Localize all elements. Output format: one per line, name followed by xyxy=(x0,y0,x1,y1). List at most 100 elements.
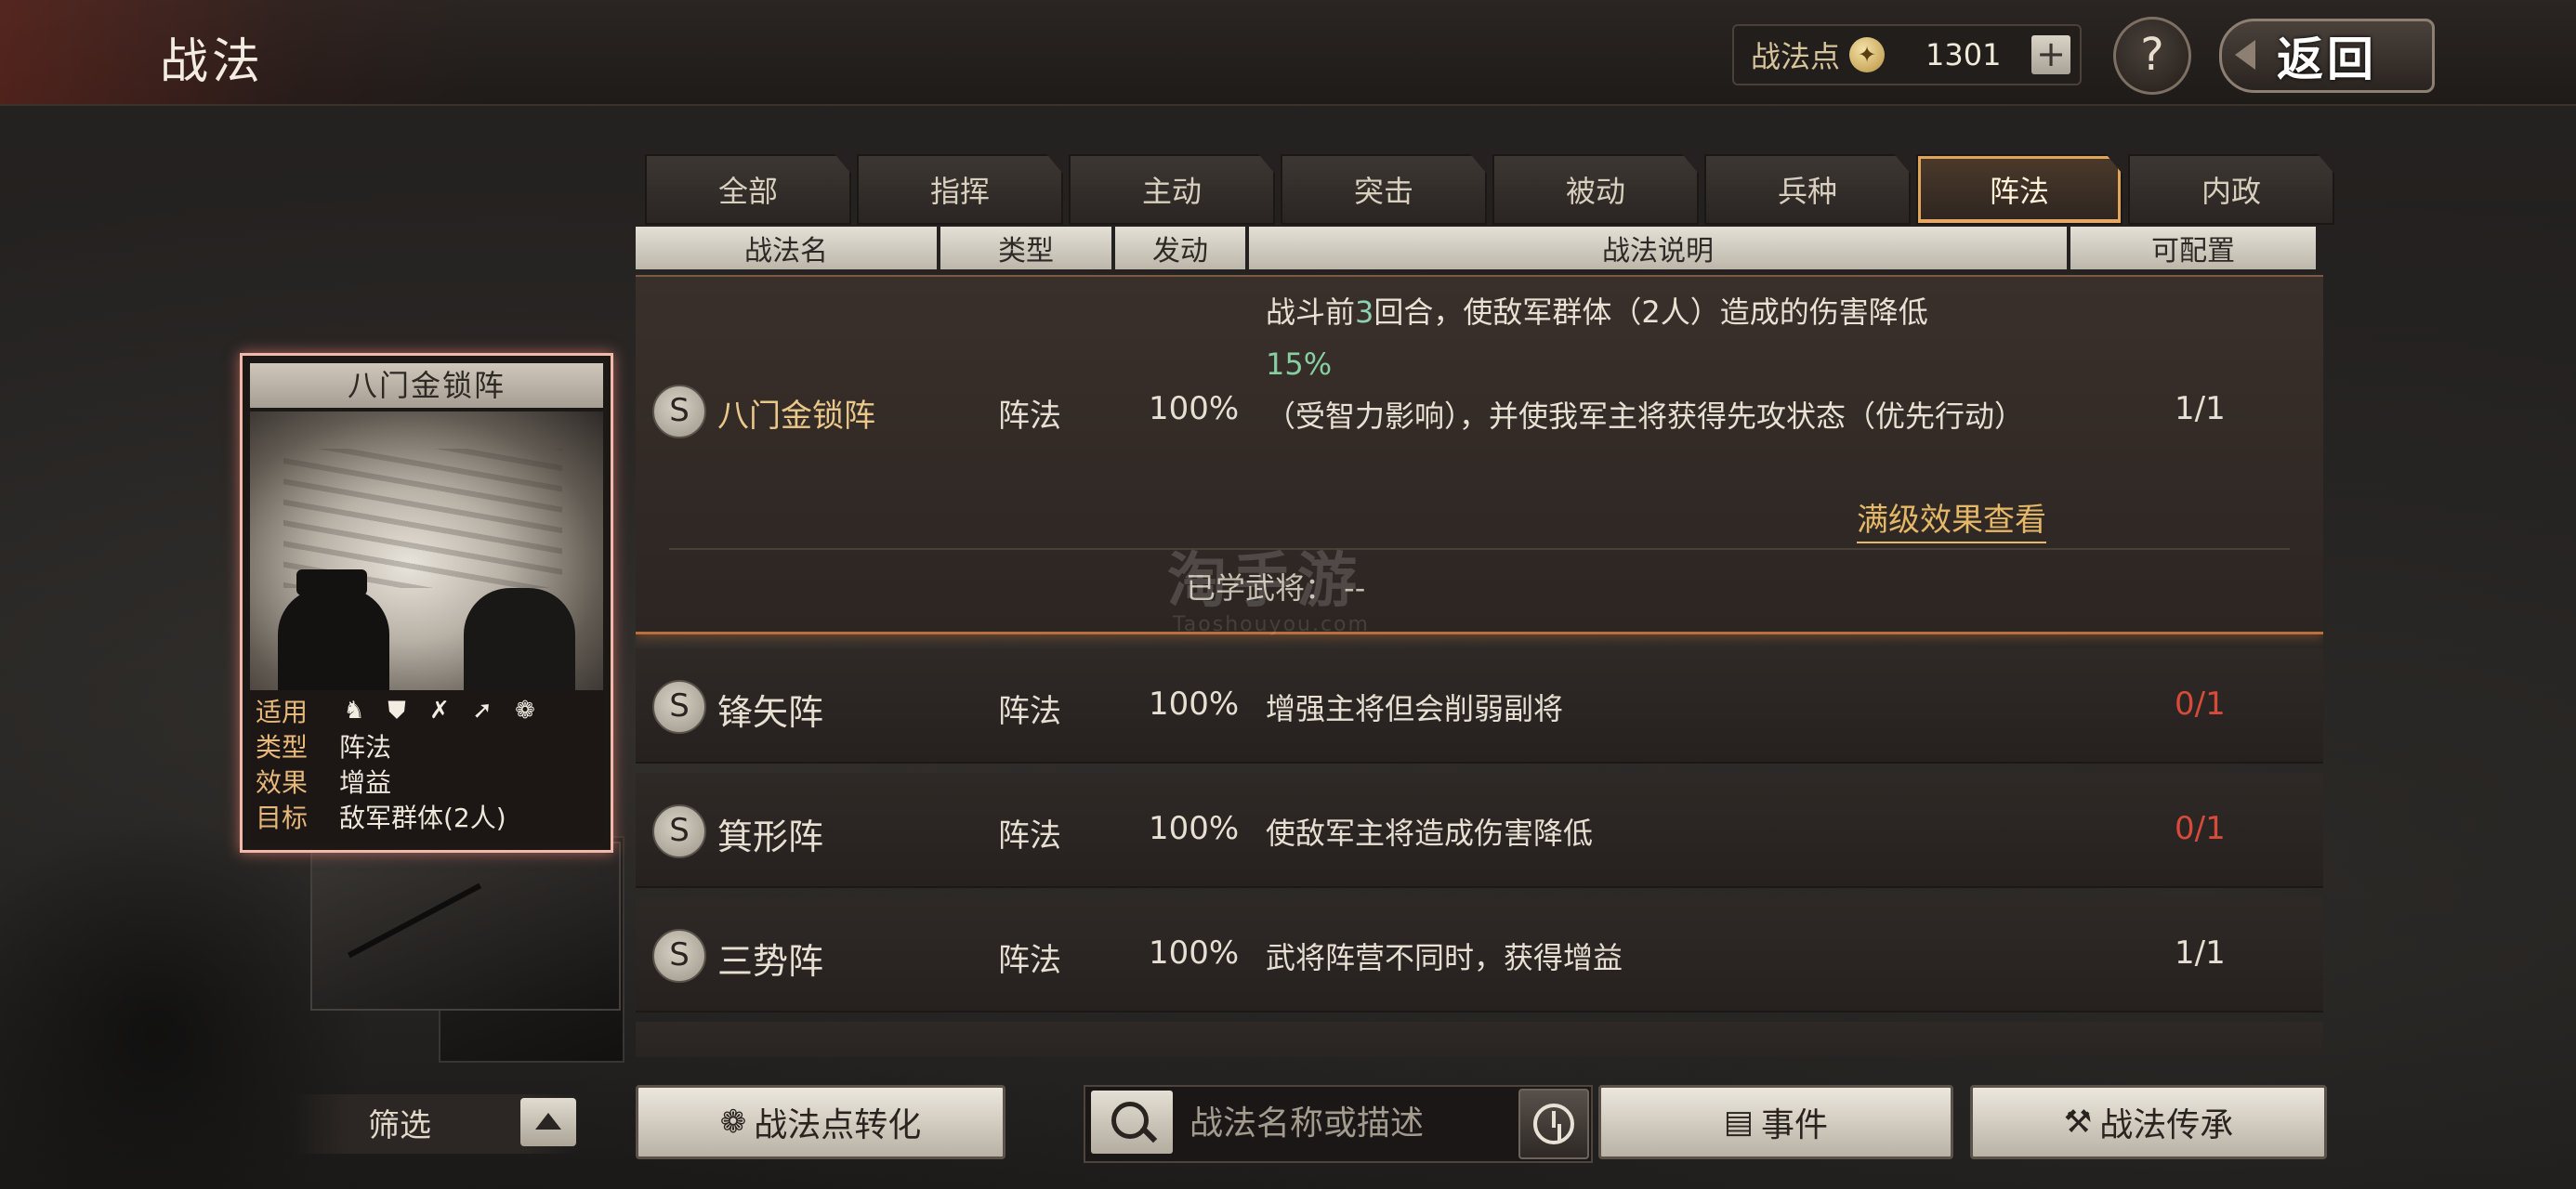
card-art-figure xyxy=(278,588,389,690)
column-header-config[interactable]: 可配置 xyxy=(2070,227,2316,269)
card-stack-back xyxy=(310,842,621,1011)
tab-troop[interactable]: 兵种 xyxy=(1704,154,1911,225)
card-info-row: 类型 阵法 xyxy=(256,729,391,763)
card-illustration xyxy=(250,412,603,690)
watermark: 淘手游 xyxy=(1167,547,1362,616)
shield-icon: ⛊ xyxy=(388,697,406,725)
tactic-description: 使敌军主将造成伤害降低 xyxy=(1266,816,1594,851)
events-button[interactable]: ▤ 事件 xyxy=(1598,1085,1953,1159)
card-info-row: 适用 ♞ ⛊ ✗ ➚ ❁ xyxy=(256,694,540,727)
button-label: 事件 xyxy=(1761,1106,1829,1144)
tab-passive[interactable]: 被动 xyxy=(1492,154,1699,225)
spear-icon: ➚ xyxy=(472,697,493,725)
watermark-url: Taoshouyou.com xyxy=(1173,613,1370,636)
tactic-card[interactable]: 八门金锁阵 适用 ♞ ⛊ ✗ ➚ ❁ 类型 阵法 效果 增益 目标 敌军群体(2 xyxy=(240,353,613,853)
card-art-figure xyxy=(464,588,575,690)
table-row[interactable]: S 锋矢阵 阵法 100% 增强主将但会削弱副将 0/1 xyxy=(636,648,2323,764)
tab-command[interactable]: 指挥 xyxy=(857,154,1063,225)
add-points-button[interactable]: + xyxy=(2031,35,2070,74)
tactic-name: 三势阵 xyxy=(717,941,824,982)
tactic-type: 阵法 xyxy=(998,693,1061,730)
grade-badge: S xyxy=(652,680,706,734)
button-label: 战法点转化 xyxy=(754,1106,922,1144)
tactic-name: 箕形阵 xyxy=(717,817,824,857)
tab-label: 全部 xyxy=(717,174,778,209)
table-header: 战法名 类型 发动 战法说明 可配置 xyxy=(636,227,2320,273)
tab-assault[interactable]: 突击 xyxy=(1281,154,1487,225)
tactic-name: 八门金锁阵 xyxy=(717,398,875,435)
card-info: 适用 ♞ ⛊ ✗ ➚ ❁ 类型 阵法 效果 增益 目标 敌军群体(2人) xyxy=(250,690,603,843)
tab-label: 阵法 xyxy=(1989,174,2049,209)
wheel-icon: ❁ xyxy=(515,697,535,725)
tactic-list: S 八门金锁阵 阵法 100% 战斗前3回合，使敌军群体（2人）造成的伤害降低 … xyxy=(636,275,2323,1057)
card-info-value: 敌军群体(2人) xyxy=(339,803,506,833)
card-info-value: 增益 xyxy=(339,767,392,798)
table-row[interactable]: S 三势阵 阵法 100% 武将阵营不同时，获得增益 1/1 xyxy=(636,897,2323,1013)
button-label: 战法传承 xyxy=(2099,1106,2234,1144)
highlight-percent: 15% xyxy=(1266,346,1333,382)
tactic-inherit-button[interactable]: ⚒ 战法传承 xyxy=(1970,1085,2327,1159)
tab-label: 兵种 xyxy=(1777,174,1837,209)
tactic-rate: 100% xyxy=(1149,810,1240,847)
back-button[interactable]: 返回 xyxy=(2219,19,2435,93)
filter-toggle-button[interactable] xyxy=(520,1098,576,1146)
troop-type-icons: ♞ ⛊ ✗ ➚ ❁ xyxy=(339,696,540,725)
tab-all[interactable]: 全部 xyxy=(645,154,851,225)
column-header-name[interactable]: 战法名 xyxy=(636,227,937,269)
config-count: 1/1 xyxy=(2175,934,2226,972)
tactic-rate: 100% xyxy=(1149,390,1240,427)
tactic-description: 战斗前3回合，使敌军群体（2人）造成的伤害降低 15% （受智力影响），并使我军主… xyxy=(1266,286,2083,442)
column-header-trigger[interactable]: 发动 xyxy=(1115,227,1245,269)
tactic-rate: 100% xyxy=(1149,934,1240,972)
config-count: 0/1 xyxy=(2175,686,2226,723)
convert-points-button[interactable]: ❁ 战法点转化 xyxy=(636,1085,1005,1159)
alert-book-icon: ▤ xyxy=(1723,1104,1755,1141)
card-info-row: 目标 敌军群体(2人) xyxy=(256,800,506,833)
card-info-key: 类型 xyxy=(256,732,309,763)
tab-label: 被动 xyxy=(1565,174,1625,209)
cavalry-icon: ♞ xyxy=(343,697,365,725)
card-info-key: 适用 xyxy=(256,697,309,727)
column-header-type[interactable]: 类型 xyxy=(940,227,1111,269)
config-count: 1/1 xyxy=(2175,390,2226,427)
tab-internal[interactable]: 内政 xyxy=(2128,154,2334,225)
tactic-points-box: 战法点 ✦ 1301 + xyxy=(1732,24,2082,85)
help-button[interactable]: ? xyxy=(2113,17,2191,95)
filter-label[interactable]: 筛选 xyxy=(368,1100,431,1145)
divider xyxy=(669,548,2290,550)
active-tab-indicator xyxy=(1918,219,2121,223)
tab-active[interactable]: 主动 xyxy=(1069,154,1275,225)
tab-label: 突击 xyxy=(1353,174,1413,209)
tactic-type: 阵法 xyxy=(998,942,1061,979)
tab-label: 内政 xyxy=(2201,174,2261,209)
column-header-description: 战法说明 xyxy=(1249,227,2067,269)
tactic-description: 武将阵营不同时，获得增益 xyxy=(1266,940,1623,975)
tactic-name: 锋矢阵 xyxy=(717,692,824,733)
row-highlight xyxy=(636,275,2323,277)
tactic-point-icon: ✦ xyxy=(1849,37,1886,72)
tactic-rate: 100% xyxy=(1149,686,1240,723)
tab-formation[interactable]: 阵法 xyxy=(1916,154,2123,225)
page-title: 战法 xyxy=(160,34,265,90)
description-text: 战斗前 xyxy=(1266,294,1356,330)
back-label: 返回 xyxy=(2277,33,2377,86)
tactic-type: 阵法 xyxy=(998,398,1061,435)
table-row-expanded[interactable]: S 八门金锁阵 阵法 100% 战斗前3回合，使敌军群体（2人）造成的伤害降低 … xyxy=(636,275,2323,634)
search-icon[interactable] xyxy=(1091,1091,1173,1154)
category-tabs: 全部 指挥 主动 突击 被动 兵种 阵法 内政 xyxy=(645,154,2340,225)
description-text: （受智力影响），并使我军主将获得先攻状态（优先行动） xyxy=(1266,399,2025,434)
card-title: 八门金锁阵 xyxy=(250,363,603,408)
config-count: 0/1 xyxy=(2175,810,2226,847)
tactic-description: 增强主将但会削弱副将 xyxy=(1266,691,1564,726)
history-clock-button[interactable] xyxy=(1518,1089,1589,1159)
hammer-icon: ⚒ xyxy=(2063,1104,2093,1141)
tactic-points-value: 1301 xyxy=(1925,37,2002,72)
tab-label: 主动 xyxy=(1141,174,1202,209)
grade-badge: S xyxy=(652,385,706,438)
grade-badge: S xyxy=(652,804,706,858)
table-row[interactable]: S 箕形阵 阵法 100% 使敌军主将造成伤害降低 0/1 xyxy=(636,773,2323,888)
description-text: 回合，使敌军群体（2人）造成的伤害降低 xyxy=(1373,294,1928,330)
max-level-effect-link[interactable]: 满级效果查看 xyxy=(1857,494,2046,543)
table-row[interactable] xyxy=(636,1022,2323,1057)
tactic-point-icon: ❁ xyxy=(719,1104,747,1141)
